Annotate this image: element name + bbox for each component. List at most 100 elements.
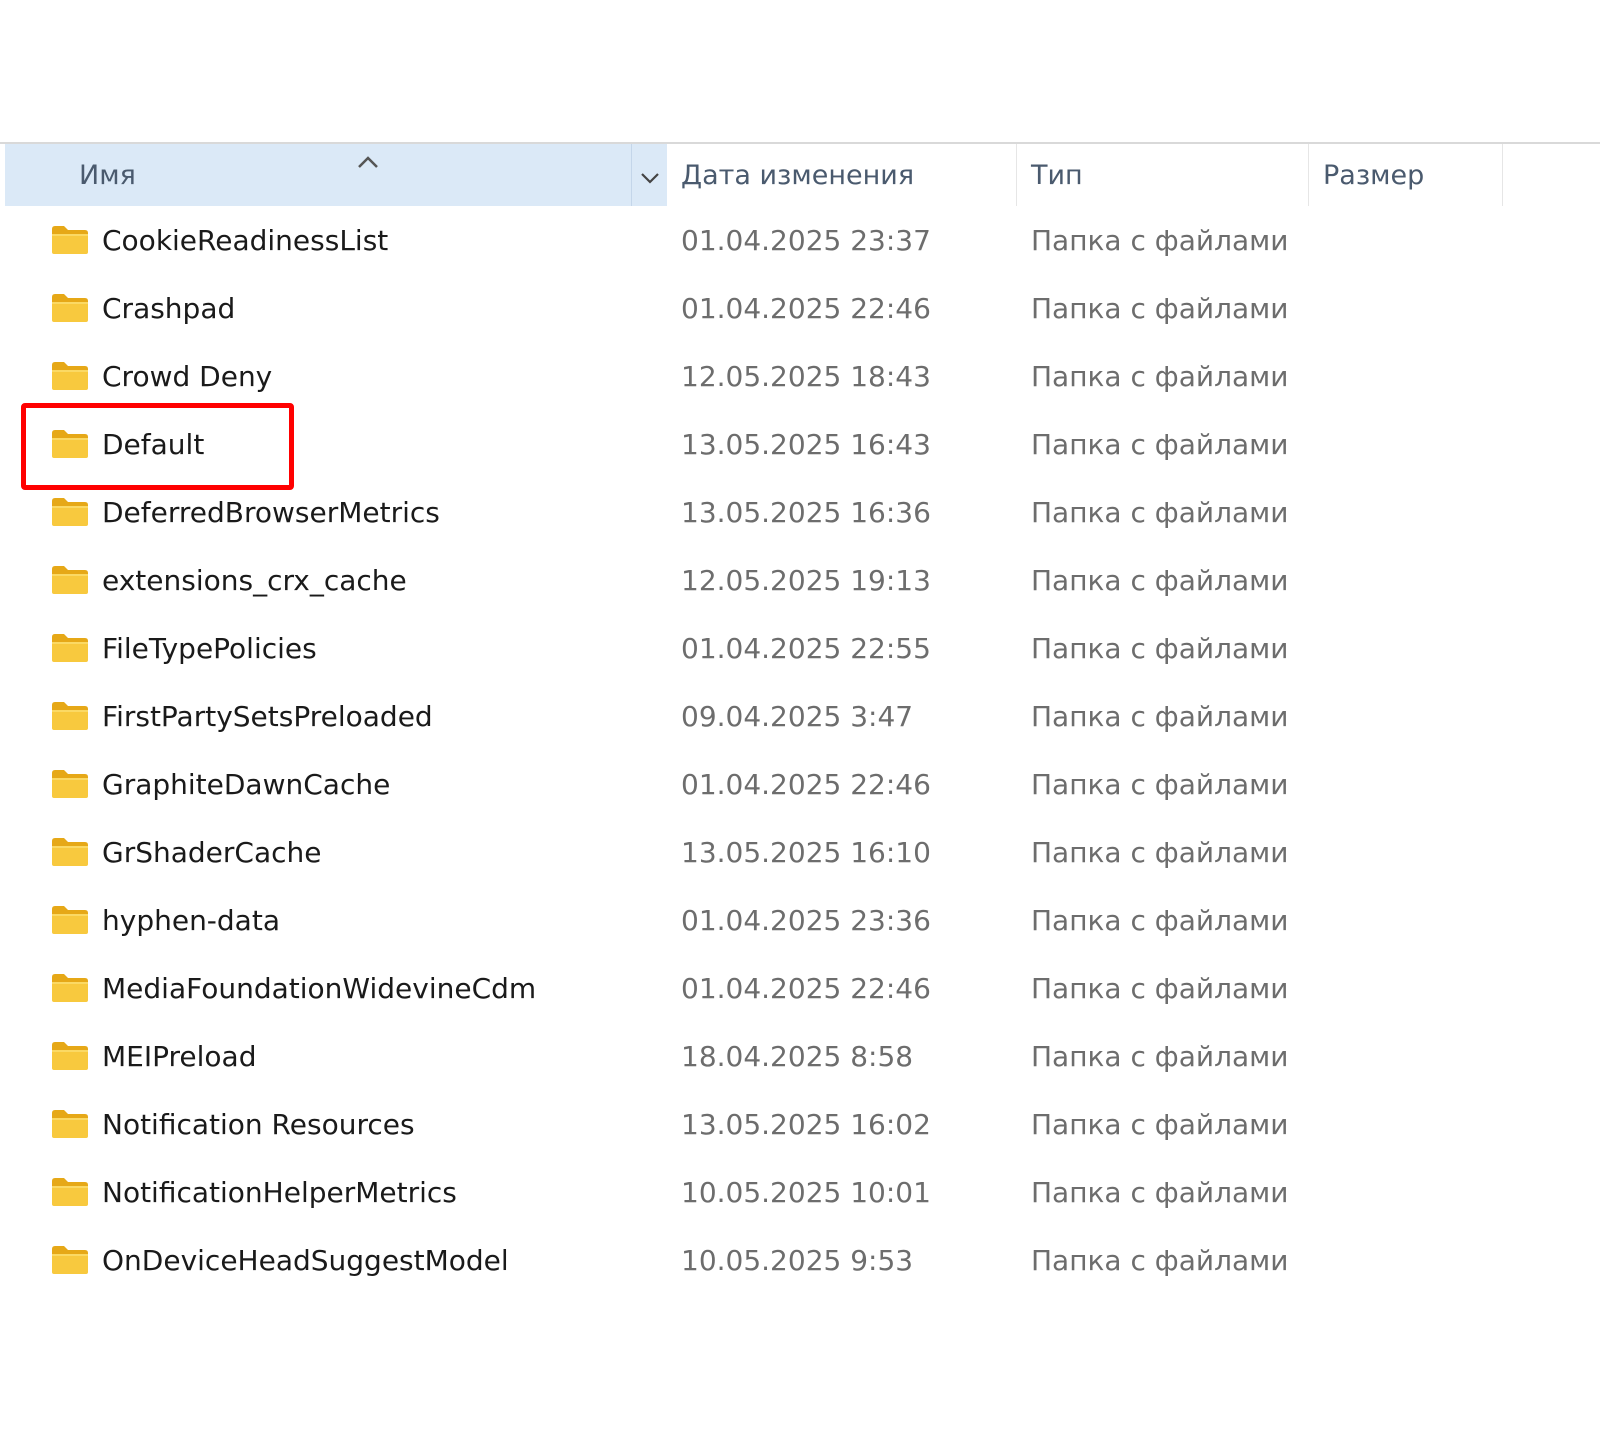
row-name-cell[interactable]: hyphen-data [50,886,280,954]
row-date: 13.05.2025 16:36 [681,495,931,529]
row-name-cell[interactable]: Notification Resources [50,1090,415,1158]
column-header-size[interactable]: Размер [1309,144,1503,206]
folder-icon [50,224,90,256]
folder-icon [50,360,90,392]
sort-ascending-icon [355,146,381,168]
row-name: FirstPartySetsPreloaded [102,699,433,733]
table-row[interactable]: OnDeviceHeadSuggestModel 10.05.2025 9:53 П… [5,1226,1600,1294]
row-name-cell[interactable]: OnDeviceHeadSuggestModel [50,1226,509,1294]
table-row[interactable]: extensions_crx_cache 12.05.2025 19:13 Папк… [5,546,1600,614]
row-type: Папка с файлами [1031,699,1289,733]
table-row[interactable]: FirstPartySetsPreloaded 09.04.2025 3:47 Па… [5,682,1600,750]
table-row[interactable]: GrShaderCache 13.05.2025 16:10 Папка с фай… [5,818,1600,886]
row-type: Папка с файлами [1031,1039,1289,1073]
table-row[interactable]: FileTypePolicies 01.04.2025 22:55 Папка с … [5,614,1600,682]
row-name: Crowd Deny [102,359,273,393]
column-header-date[interactable]: Дата изменения [667,144,1017,206]
folder-icon [50,700,90,732]
row-date: 12.05.2025 19:13 [681,563,931,597]
folder-icon [50,496,90,528]
folder-icon [50,564,90,596]
row-date: 10.05.2025 10:01 [681,1175,931,1209]
row-name-cell[interactable]: FirstPartySetsPreloaded [50,682,433,750]
folder-icon [50,1244,90,1276]
row-date: 01.04.2025 23:36 [681,903,931,937]
row-name: Default [102,427,205,461]
table-row[interactable]: Crashpad 01.04.2025 22:46 Папка с файлами [5,274,1600,342]
column-header-name-label: Имя [79,159,136,191]
folder-icon [50,1040,90,1072]
row-date: 12.05.2025 18:43 [681,359,931,393]
row-name: FileTypePolicies [102,631,317,665]
column-header-size-label: Размер [1323,159,1425,191]
chevron-down-icon [640,160,660,191]
row-name: GraphiteDawnCache [102,767,391,801]
row-type: Папка с файлами [1031,1243,1289,1277]
table-row[interactable]: Crowd Deny 12.05.2025 18:43 Папка с файлам… [5,342,1600,410]
row-date: 13.05.2025 16:43 [681,427,931,461]
row-name-cell[interactable]: GraphiteDawnCache [50,750,390,818]
table-row[interactable]: DeferredBrowserMetrics 13.05.2025 16:36 Па… [5,478,1600,546]
row-name: Crashpad [102,291,236,325]
row-name-cell[interactable]: MediaFoundationWidevineCdm [50,954,536,1022]
row-type: Папка с файлами [1031,359,1289,393]
row-type: Папка с файлами [1031,631,1289,665]
table-row[interactable]: NotificationHelperMetrics 10.05.2025 10:0… [5,1158,1600,1226]
row-date: 09.04.2025 3:47 [681,699,914,733]
row-date: 10.05.2025 9:53 [681,1243,914,1277]
row-name: CookieReadinessList [102,223,389,257]
table-row[interactable]: MediaFoundationWidevineCdm 01.04.2025 22:… [5,954,1600,1022]
row-type: Папка с файлами [1031,903,1289,937]
row-name-cell[interactable]: DeferredBrowserMetrics [50,478,440,546]
folder-icon [50,428,90,460]
row-name-cell[interactable]: CookieReadinessList [50,206,388,274]
column-header-date-label: Дата изменения [681,159,915,191]
row-date: 01.04.2025 22:46 [681,291,931,325]
row-name-cell[interactable]: Crashpad [50,274,235,342]
row-date: 18.04.2025 8:58 [681,1039,914,1073]
row-name: OnDeviceHeadSuggestModel [102,1243,509,1277]
column-header-type[interactable]: Тип [1017,144,1309,206]
row-type: Папка с файлами [1031,427,1289,461]
row-name: Notification Resources [102,1107,415,1141]
row-name: NotificationHelperMetrics [102,1175,457,1209]
row-type: Папка с файлами [1031,563,1289,597]
folder-icon [50,1176,90,1208]
row-date: 01.04.2025 23:37 [681,223,931,257]
row-type: Папка с файлами [1031,1107,1289,1141]
row-name-cell[interactable]: Crowd Deny [50,342,272,410]
table-row[interactable]: Default 13.05.2025 16:43 Папка с файлами [5,410,1600,478]
row-date: 01.04.2025 22:46 [681,971,931,1005]
row-name: MediaFoundationWidevineCdm [102,971,537,1005]
table-row[interactable]: MEIPreload 18.04.2025 8:58 Папка с файлами [5,1022,1600,1090]
folder-icon [50,632,90,664]
row-type: Папка с файлами [1031,971,1289,1005]
table-row[interactable]: Notification Resources 13.05.2025 16:02 Па… [5,1090,1600,1158]
column-header-type-label: Тип [1031,159,1083,191]
row-date: 13.05.2025 16:02 [681,1107,931,1141]
row-date: 01.04.2025 22:55 [681,631,931,665]
column-filter-dropdown[interactable] [631,144,668,206]
row-name-cell[interactable]: MEIPreload [50,1022,256,1090]
row-name-cell[interactable]: extensions_crx_cache [50,546,407,614]
row-type: Папка с файлами [1031,835,1289,869]
row-name-cell[interactable]: GrShaderCache [50,818,321,886]
table-row[interactable]: hyphen-data 01.04.2025 23:36 Папка с файла… [5,886,1600,954]
table-row[interactable]: GraphiteDawnCache 01.04.2025 22:46 Папка с… [5,750,1600,818]
row-name-cell[interactable]: NotificationHelperMetrics [50,1158,457,1226]
table-row[interactable]: CookieReadinessList 01.04.2025 23:37 Папка… [5,206,1600,274]
folder-icon [50,972,90,1004]
folder-icon [50,292,90,324]
row-name: MEIPreload [102,1039,257,1073]
row-type: Папка с файлами [1031,223,1289,257]
folder-icon [50,904,90,936]
row-name-cell[interactable]: Default [50,410,204,478]
folder-icon [50,768,90,800]
column-header-row: Имя Дата изменения Тип Размер [5,144,1600,206]
column-header-name[interactable]: Имя [5,144,667,206]
row-name: GrShaderCache [102,835,322,869]
row-type: Папка с файлами [1031,767,1289,801]
row-type: Папка с файлами [1031,495,1289,529]
row-name-cell[interactable]: FileTypePolicies [50,614,317,682]
file-rows: CookieReadinessList 01.04.2025 23:37 Папка… [5,206,1600,1294]
